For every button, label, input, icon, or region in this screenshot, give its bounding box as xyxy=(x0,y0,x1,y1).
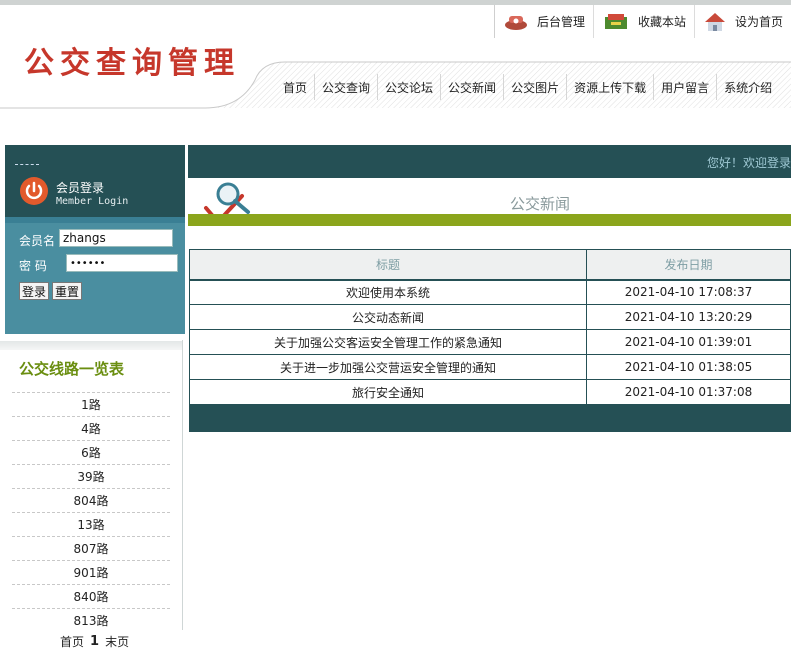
route-item[interactable]: 13路 xyxy=(12,512,170,536)
route-item[interactable]: 4路 xyxy=(12,416,170,440)
route-item[interactable]: 6路 xyxy=(12,440,170,464)
news-date: 2021-04-10 17:08:37 xyxy=(586,279,791,305)
nav-resources[interactable]: 资源上传下载 xyxy=(566,74,653,100)
table-row: 公交动态新闻 2021-04-10 13:20:29 xyxy=(189,304,791,330)
news-table: 标题 发布日期 欢迎使用本系统 2021-04-10 17:08:37 公交动态… xyxy=(189,249,791,405)
house-icon xyxy=(704,12,725,31)
password-label: 密 码 xyxy=(19,259,47,273)
route-item[interactable]: 840路 xyxy=(12,584,170,608)
admin-link[interactable]: 后台管理 xyxy=(493,5,593,38)
nav-bus-news[interactable]: 公交新闻 xyxy=(440,74,503,100)
news-date: 2021-04-10 13:20:29 xyxy=(586,304,791,330)
set-homepage-label: 设为首页 xyxy=(734,15,783,29)
route-list: 1路 4路 6路 39路 804路 13路 807路 901路 840路 813… xyxy=(12,392,170,632)
username-input[interactable]: zhangs xyxy=(59,229,173,247)
section-band xyxy=(188,214,791,226)
table-footer xyxy=(189,405,791,432)
main-nav: 首页 公交查询 公交论坛 公交新闻 公交图片 资源上传下载 用户留言 系统介绍 xyxy=(276,74,779,100)
login-button[interactable]: 登录 xyxy=(19,282,50,300)
route-item[interactable]: 804路 xyxy=(12,488,170,512)
news-date: 2021-04-10 01:39:01 xyxy=(586,329,791,355)
route-item[interactable]: 39路 xyxy=(12,464,170,488)
route-item[interactable]: 1路 xyxy=(12,392,170,416)
page-root: 后台管理 收藏本站 设为首页 公交查询管理 首页 公交查询 公交论坛 公交新闻 … xyxy=(0,0,791,670)
nav-bus-forum[interactable]: 公交论坛 xyxy=(377,74,440,100)
password-input[interactable]: •••••• xyxy=(66,254,178,272)
left-column-divider xyxy=(182,340,183,630)
table-row: 关于加强公交客运安全管理工作的紧急通知 2021-04-10 01:39:01 xyxy=(189,329,791,355)
welcome-bar: 您好！欢迎登录 xyxy=(188,145,791,178)
route-item[interactable]: 807路 xyxy=(12,536,170,560)
nav-about[interactable]: 系统介绍 xyxy=(716,74,779,100)
utility-bar: 后台管理 收藏本站 设为首页 xyxy=(493,5,791,38)
routes-header-band xyxy=(0,341,182,350)
pager-current: 1 xyxy=(90,634,100,649)
news-title-link[interactable]: 公交动态新闻 xyxy=(189,304,587,330)
news-date: 2021-04-10 01:38:05 xyxy=(586,354,791,380)
folder-icon xyxy=(604,13,627,29)
bookmark-link-label: 收藏本站 xyxy=(637,15,686,29)
admin-link-label: 后台管理 xyxy=(536,15,585,29)
set-homepage-link[interactable]: 设为首页 xyxy=(693,5,791,38)
login-form: 会员名 zhangs 密 码 •••••• 登录 重置 xyxy=(5,223,185,334)
news-title-link[interactable]: 旅行安全通知 xyxy=(189,379,587,405)
table-row: 旅行安全通知 2021-04-10 01:37:08 xyxy=(189,379,791,405)
news-title-link[interactable]: 关于加强公交客运安全管理工作的紧急通知 xyxy=(189,329,587,355)
header-title: 标题 xyxy=(189,249,587,281)
bookmark-link[interactable]: 收藏本站 xyxy=(592,5,694,38)
login-title: 会员登录 xyxy=(56,181,105,195)
nav-home[interactable]: 首页 xyxy=(276,74,314,100)
table-row: 欢迎使用本系统 2021-04-10 17:08:37 xyxy=(189,279,791,305)
welcome-text: 您好！欢迎登录 xyxy=(706,156,791,170)
route-item[interactable]: 813路 xyxy=(12,608,170,632)
login-header: 会员登录 Member Login xyxy=(5,145,185,217)
table-row: 关于进一步加强公交营运安全管理的通知 2021-04-10 01:38:05 xyxy=(189,354,791,380)
power-icon xyxy=(20,177,48,205)
nav-bus-images[interactable]: 公交图片 xyxy=(503,74,566,100)
login-subtitle: Member Login xyxy=(56,196,129,207)
nav-messages[interactable]: 用户留言 xyxy=(653,74,716,100)
news-title-link[interactable]: 关于进一步加强公交营运安全管理的通知 xyxy=(189,354,587,380)
news-date: 2021-04-10 01:37:08 xyxy=(586,379,791,405)
username-label: 会员名 xyxy=(19,234,56,248)
login-divider xyxy=(15,164,39,165)
header-date: 发布日期 xyxy=(586,249,791,281)
phone-icon xyxy=(504,15,527,30)
route-item[interactable]: 901路 xyxy=(12,560,170,584)
login-panel: 会员登录 Member Login 会员名 zhangs 密 码 •••••• … xyxy=(5,145,185,334)
news-section-header: 公交新闻 xyxy=(188,178,791,226)
table-header-row: 标题 发布日期 xyxy=(189,249,791,281)
route-pager: 首页 1 末页 xyxy=(60,633,129,650)
pager-last[interactable]: 末页 xyxy=(105,633,129,650)
pager-first[interactable]: 首页 xyxy=(60,633,84,650)
section-title: 公交新闻 xyxy=(510,195,571,213)
news-title-link[interactable]: 欢迎使用本系统 xyxy=(189,279,587,305)
nav-bus-search[interactable]: 公交查询 xyxy=(314,74,377,100)
reset-button[interactable]: 重置 xyxy=(52,282,83,300)
routes-title: 公交线路一览表 xyxy=(19,360,125,378)
